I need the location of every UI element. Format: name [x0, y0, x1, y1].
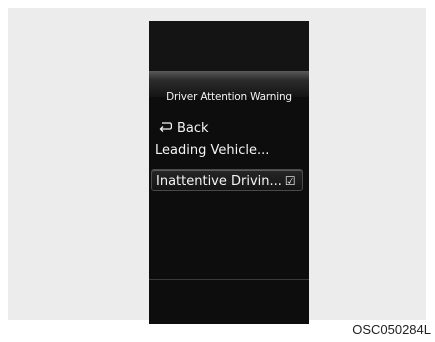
inattentive-driving-label: Inattentive Drivin...: [156, 174, 282, 189]
menu-title: Driver Attention Warning: [166, 91, 292, 103]
inattentive-driving-menu-item[interactable]: Inattentive Drivin... ☑: [151, 169, 303, 191]
checkbox-checked-icon[interactable]: ☑: [285, 170, 296, 192]
back-arrow-icon: [159, 122, 172, 132]
leading-vehicle-menu-item[interactable]: Leading Vehicle...: [155, 141, 305, 161]
back-label: Back: [177, 121, 209, 136]
display-top-area: [149, 21, 309, 73]
figure-caption: OSC050284L: [352, 322, 431, 337]
leading-vehicle-label: Leading Vehicle...: [155, 143, 270, 158]
display-divider: [149, 279, 309, 280]
back-menu-item[interactable]: Back: [155, 119, 309, 139]
cluster-display: Driver Attention Warning Back Leading Ve…: [149, 21, 309, 324]
